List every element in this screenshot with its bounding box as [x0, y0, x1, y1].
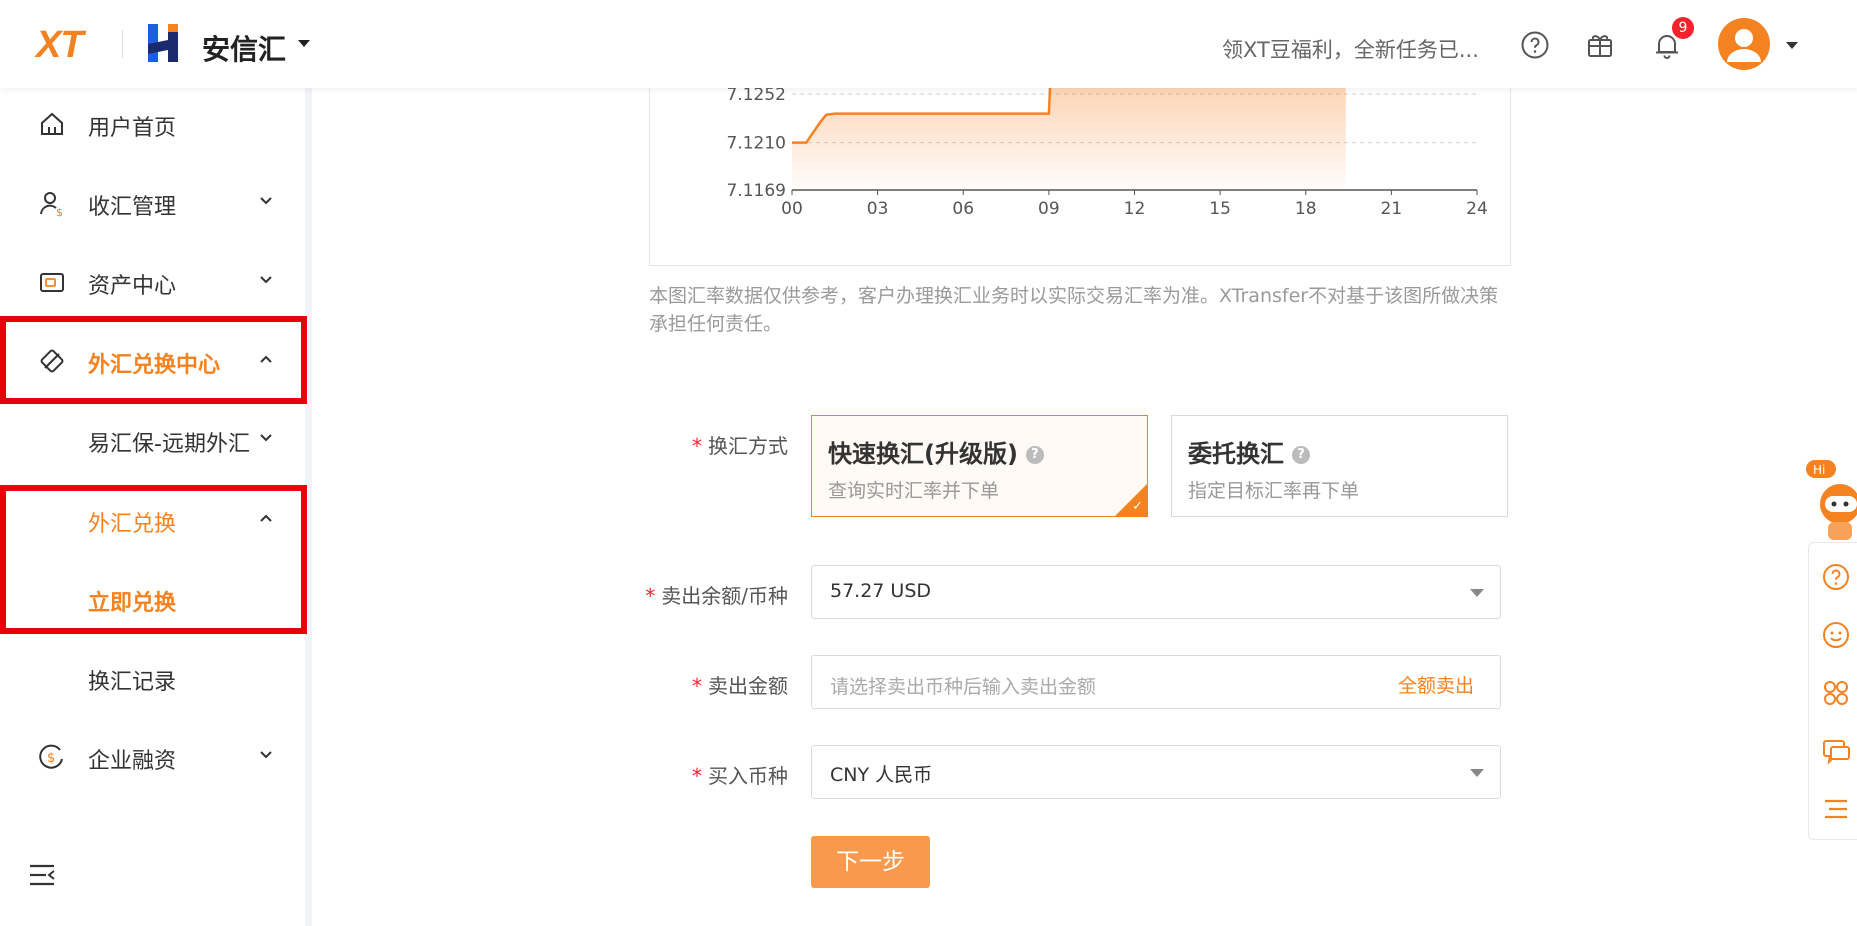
chevron-up-icon — [260, 355, 272, 363]
sidebar-item-home[interactable]: 用户首页 — [0, 88, 305, 158]
sidebar-item-collections[interactable]: $ 收汇管理 — [0, 167, 305, 237]
method-desc: 查询实时汇率并下单 — [828, 480, 1000, 502]
svg-text:$: $ — [56, 206, 63, 217]
logo-divider — [122, 30, 123, 58]
sell-balance-label: * 卖出余额/币种 — [645, 584, 788, 608]
sell-amount-label: * 卖出金额 — [692, 674, 788, 698]
sidebar-item-financing[interactable]: $ 企业融资 — [0, 721, 305, 791]
method-card-entrust[interactable]: 委托换汇? 指定目标汇率再下单 — [1171, 415, 1508, 517]
buy-currency-value: CNY 人民币 — [830, 764, 933, 786]
assistant-robot-icon[interactable]: Hi — [1800, 458, 1857, 542]
sidebar-item-label: 换汇记录 — [88, 670, 177, 695]
x-tick-label: 00 — [781, 199, 803, 219]
sell-amount-input[interactable]: 请选择卖出币种后输入卖出金额 全额卖出 — [811, 655, 1501, 709]
next-button[interactable]: 下一步 — [811, 836, 930, 888]
exchange-tag-icon — [40, 349, 64, 373]
sidebar-item-label: 资产中心 — [88, 274, 177, 299]
x-tick-label: 15 — [1209, 199, 1231, 219]
method-title: 快速换汇(升级版)? — [828, 434, 1044, 469]
series-area — [792, 82, 1346, 190]
sidebar-item-label: 企业融资 — [88, 749, 177, 774]
chat-icon[interactable] — [1821, 736, 1851, 766]
sidebar-item-label: 收汇管理 — [88, 195, 177, 220]
user-silhouette-icon — [1727, 29, 1761, 62]
list-icon[interactable] — [1821, 794, 1851, 824]
sidebar-item-label: 立即兑换 — [88, 591, 177, 616]
method-desc: 指定目标汇率再下单 — [1188, 480, 1360, 502]
x-tick-label: 12 — [1124, 199, 1146, 219]
sidebar-item-exchange-records[interactable]: 换汇记录 — [0, 642, 305, 712]
method-title: 委托换汇? — [1188, 434, 1310, 469]
chevron-down-icon[interactable] — [1786, 42, 1798, 49]
brand-dropdown-icon[interactable] — [298, 40, 310, 47]
x-tick-label: 03 — [867, 199, 889, 219]
check-icon: ✓ — [1132, 499, 1143, 514]
sell-all-button[interactable]: 全额卖出 — [1398, 671, 1474, 698]
sidebar-item-assets[interactable]: 资产中心 — [0, 246, 305, 316]
assistant-bubble: Hi — [1813, 463, 1825, 477]
sidebar-item-label: 外汇兑换 — [88, 512, 177, 537]
x-tick-label: 24 — [1466, 199, 1488, 219]
sidebar-item-fx-center[interactable]: 外汇兑换中心 — [0, 325, 305, 395]
sidebar-item-label: 易汇保-远期外汇 — [88, 432, 250, 457]
home-icon — [41, 112, 63, 135]
question-icon[interactable]: ? — [1025, 446, 1044, 464]
sell-amount-placeholder: 请选择卖出币种后输入卖出金额 — [830, 676, 1097, 698]
dropdown-caret-icon — [1470, 769, 1484, 777]
chart-disclaimer: 本图汇率数据仅供参考，客户办理换汇业务时以实际交易汇率为准。XTransfer不… — [649, 285, 1499, 335]
x-tick-label: 06 — [952, 199, 974, 219]
y-tick-label: 7.1252 — [727, 88, 786, 105]
y-tick-label: 7.1210 — [727, 134, 786, 154]
help-circle-icon[interactable] — [1821, 562, 1851, 592]
x-tick-label: 09 — [1038, 199, 1060, 219]
svg-text:$: $ — [47, 751, 55, 766]
method-label: * 换汇方式 — [692, 434, 788, 458]
chevron-down-icon — [260, 434, 272, 442]
buy-currency-select[interactable]: CNY 人民币 — [811, 745, 1501, 799]
dropdown-caret-icon — [1470, 589, 1484, 597]
avatar[interactable] — [1718, 18, 1770, 70]
apps-icon[interactable] — [1821, 678, 1851, 708]
x-tick-label: 21 — [1381, 199, 1403, 219]
sell-balance-value: 57.27 USD — [830, 580, 932, 602]
question-icon[interactable]: ? — [1292, 446, 1310, 464]
collapse-menu-icon[interactable] — [28, 862, 56, 888]
chevron-down-icon — [260, 197, 272, 205]
method-card-fast[interactable]: 快速换汇(升级版)? 查询实时汇率并下单 ✓ — [811, 415, 1148, 517]
gift-icon[interactable] — [1585, 30, 1615, 60]
x-tick-label: 18 — [1295, 199, 1317, 219]
rate-chart: 7.1252 7.1210 7.1169 00 03 06 09 12 15 18 21 24 — [649, 81, 1511, 266]
sidebar-item-label: 用户首页 — [88, 116, 177, 141]
brand-name[interactable]: 安信汇 — [202, 28, 286, 68]
rate-chart-svg: 7.1252 7.1210 7.116900 03 06 09 12 15 18 21 24 — [727, 81, 1488, 219]
brand-logo-icon — [148, 24, 178, 62]
promo-text[interactable]: 领XT豆福利，全新任务已... — [1222, 34, 1479, 64]
top-bar: XT 安信汇 领XT豆福利，全新任务已... 9 — [0, 0, 1857, 88]
sidebar-item-label: 外汇兑换中心 — [88, 353, 221, 378]
dollar-cycle-icon: $ — [39, 744, 63, 769]
y-tick-label: 7.1169 — [727, 181, 786, 201]
buy-currency-label: * 买入币种 — [692, 764, 788, 788]
smile-icon[interactable] — [1821, 620, 1851, 650]
help-icon[interactable] — [1520, 30, 1550, 60]
wallet-icon — [40, 273, 64, 292]
sidebar-item-forward-fx[interactable]: 易汇保-远期外汇 — [0, 404, 305, 474]
notification-badge: 9 — [1672, 17, 1694, 39]
chevron-down-icon — [260, 751, 272, 759]
xt-logo[interactable]: XT — [36, 24, 84, 67]
sidebar: 用户首页 $ 收汇管理 资产中心 外汇兑换中心 易汇保-远期外汇 外汇兑换 立即… — [0, 88, 305, 926]
chevron-down-icon — [260, 276, 272, 284]
sidebar-item-exchange-now[interactable]: 立即兑换 — [0, 563, 305, 633]
user-dollar-icon: $ — [40, 192, 63, 217]
sidebar-item-fx-exchange[interactable]: 外汇兑换 — [0, 484, 305, 554]
chevron-up-icon — [260, 514, 272, 522]
assistant-panel — [1808, 542, 1857, 840]
sell-balance-select[interactable]: 57.27 USD — [811, 565, 1501, 619]
